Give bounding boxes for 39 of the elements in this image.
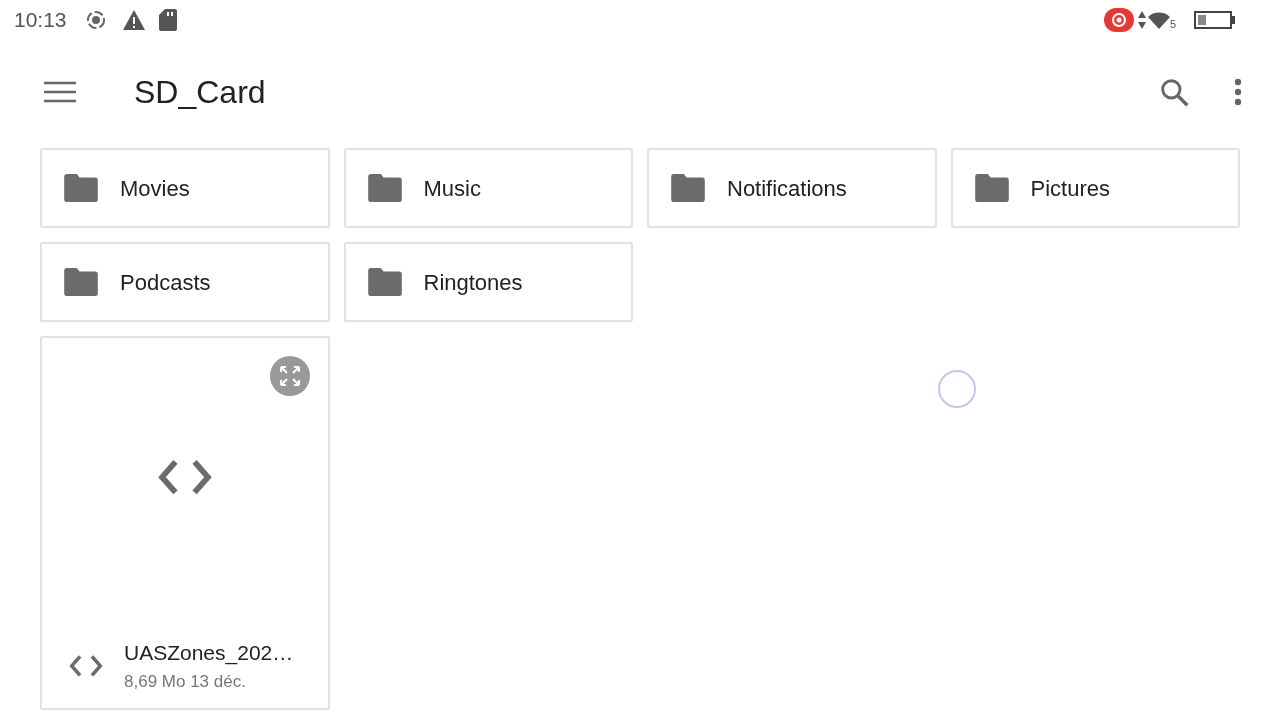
search-icon	[1158, 76, 1190, 108]
more-options-icon	[1234, 78, 1242, 106]
warning-icon	[121, 9, 146, 31]
status-time: 10:13	[14, 7, 67, 34]
folder-name: Podcasts	[120, 268, 211, 297]
folder-name: Movies	[120, 174, 190, 203]
search-button[interactable]	[1158, 76, 1190, 108]
menu-button[interactable]	[44, 81, 76, 103]
file-details: 8,69 Mo 13 déc.	[124, 670, 247, 693]
folder-name: Pictures	[1030, 174, 1110, 203]
more-options-button[interactable]	[1234, 78, 1242, 106]
expand-icon	[269, 356, 310, 396]
folder-name: Music	[423, 174, 481, 203]
folder-item[interactable]: Podcasts	[40, 242, 330, 322]
folder-icon	[671, 174, 705, 202]
folder-item[interactable]: Music	[343, 148, 633, 228]
data-arrows-icon	[1137, 11, 1146, 29]
sd-card-icon	[158, 9, 177, 31]
loading-spinner	[938, 370, 976, 408]
folder-name: Ringtones	[423, 268, 523, 297]
recording-badge-icon	[1103, 8, 1134, 32]
network-label: 5	[1169, 16, 1176, 32]
folder-icon	[367, 174, 402, 202]
file-card[interactable]: UASZones_202… 8,69 Mo 13 déc.	[40, 336, 330, 710]
folder-name: Notifications	[727, 174, 847, 203]
file-name: UASZones_202…	[124, 640, 294, 667]
folder-item[interactable]: Movies	[40, 148, 330, 228]
folder-icon	[64, 268, 98, 296]
folder-icon	[64, 174, 98, 202]
folder-item[interactable]: Notifications	[647, 148, 937, 228]
record-icon	[84, 9, 107, 31]
folder-item[interactable]: Ringtones	[343, 242, 633, 322]
folder-icon	[367, 268, 402, 296]
toolbar-title: SD_Card	[134, 73, 267, 112]
code-icon	[68, 653, 104, 678]
folder-icon	[974, 174, 1009, 202]
battery-icon	[1194, 11, 1236, 29]
folder-item[interactable]: Pictures	[950, 148, 1240, 228]
menu-icon	[44, 81, 76, 103]
